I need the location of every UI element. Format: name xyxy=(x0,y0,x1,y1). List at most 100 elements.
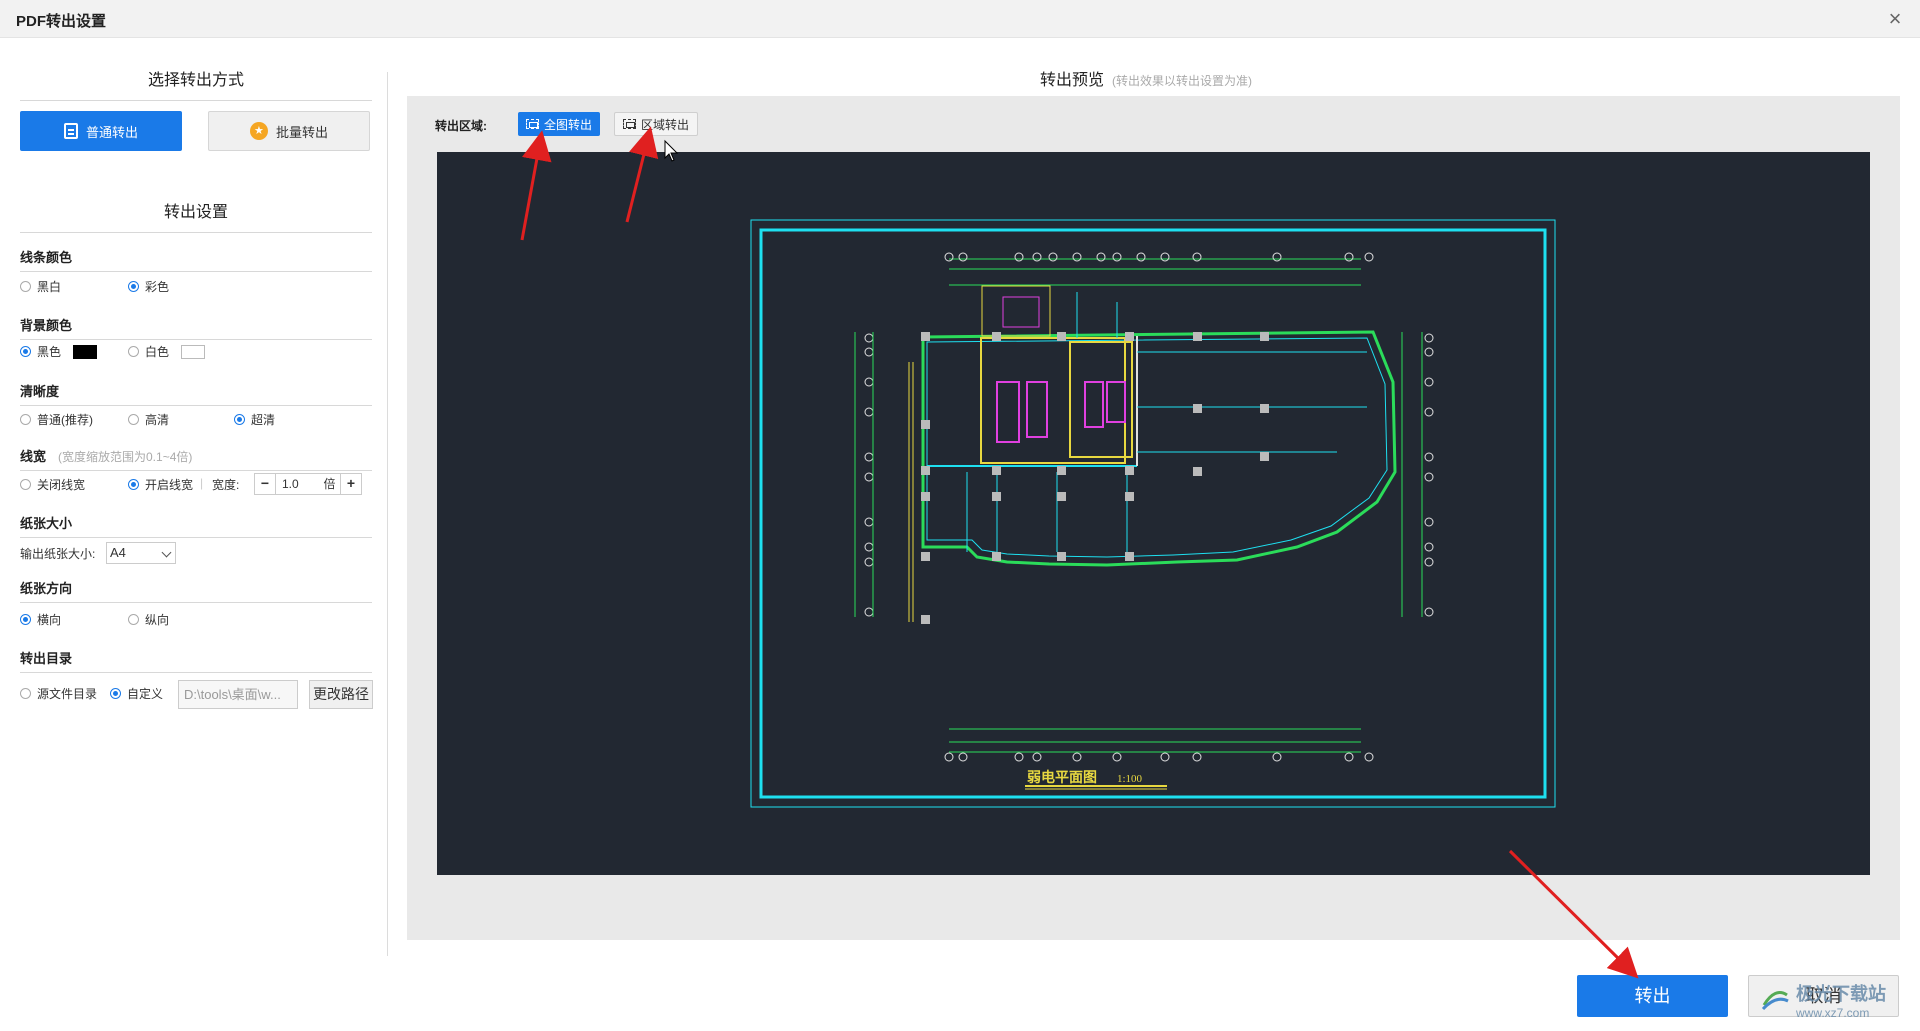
output-dir-source-option[interactable]: 源文件目录 xyxy=(20,685,97,702)
radio-selected-icon xyxy=(128,479,139,490)
bg-color-white-option[interactable]: 白色 xyxy=(128,343,206,360)
line-width-off-option[interactable]: 关闭线宽 xyxy=(20,476,85,493)
drawing-canvas[interactable]: 弱电平面图 1:100 xyxy=(437,152,1870,875)
clarity-normal-option[interactable]: 普通(推荐) xyxy=(20,411,93,428)
white-swatch xyxy=(181,344,206,359)
option-label: 关闭线宽 xyxy=(37,478,86,492)
option-label: 彩色 xyxy=(145,280,170,294)
black-swatch xyxy=(73,344,98,359)
drawing-scale: 1:100 xyxy=(1117,773,1143,785)
title-bar: PDF转出设置 × xyxy=(0,0,1920,38)
clarity-uhd-option[interactable]: 超清 xyxy=(234,411,275,428)
option-label: 普通(推荐) xyxy=(37,413,93,427)
line-width-hint: (宽度缩放范围为0.1~4倍) xyxy=(58,450,193,464)
bg-color-black-option[interactable]: 黑色 xyxy=(20,343,98,360)
chevron-down-icon xyxy=(161,547,172,558)
option-label: 黑色 xyxy=(37,345,62,359)
radio-selected-icon xyxy=(128,281,139,292)
radio-selected-icon xyxy=(110,688,121,699)
clarity-hd-option[interactable]: 高清 xyxy=(128,411,169,428)
line-width-on-option[interactable]: 开启线宽 xyxy=(128,476,193,493)
width-label: 宽度: xyxy=(212,478,240,492)
document-icon xyxy=(63,123,78,139)
panel-divider xyxy=(387,72,388,956)
preview-title-text: 转出预览 xyxy=(1040,72,1105,89)
grid-bubbles xyxy=(864,252,1434,762)
full-frame-icon xyxy=(526,119,539,129)
radio-selected-icon xyxy=(20,614,31,625)
option-label: 超清 xyxy=(251,413,276,427)
change-path-button[interactable]: 更改路径 xyxy=(309,680,373,709)
line-color-bw-option[interactable]: 黑白 xyxy=(20,278,61,295)
preview-title: 转出预览 (转出效果以转出设置为准) xyxy=(1040,66,1252,90)
output-dir-custom-option[interactable]: 自定义 xyxy=(110,685,163,702)
region-export-button[interactable]: 区域转出 xyxy=(614,112,699,136)
option-label: 纵向 xyxy=(145,613,170,627)
settings-section-title: 转出设置 xyxy=(20,198,372,233)
option-label: 横向 xyxy=(37,613,62,627)
side-dimensions xyxy=(854,332,1423,617)
width-value[interactable]: 1.0 xyxy=(275,474,319,494)
region-export-label: 区域转出 xyxy=(641,117,690,132)
site-watermark: 极光下载站 www.xz7.com xyxy=(1760,978,1910,1022)
line-width-title: 线宽 xyxy=(20,449,47,464)
radio-icon xyxy=(20,688,31,699)
option-label: 白色 xyxy=(145,345,170,359)
watermark-logo-icon xyxy=(1761,991,1789,1011)
minus-button[interactable]: − xyxy=(255,474,275,494)
batch-export-button[interactable]: ★ 批量转出 xyxy=(208,111,370,151)
radio-icon xyxy=(20,281,31,292)
width-unit: 倍 xyxy=(319,474,341,494)
option-label: 高清 xyxy=(145,413,170,427)
orientation-portrait-option[interactable]: 纵向 xyxy=(128,611,169,628)
normal-export-button[interactable]: 普通转出 xyxy=(20,111,182,151)
inner-frame xyxy=(759,228,1547,799)
paper-size-select[interactable]: A4 xyxy=(106,542,176,564)
drawing-caption: 弱电平面图 xyxy=(1027,769,1097,786)
orientation-label: 纸张方向 xyxy=(20,578,372,603)
option-label: 开启线宽 xyxy=(145,478,194,492)
orientation-landscape-option[interactable]: 横向 xyxy=(20,611,61,628)
radio-icon xyxy=(128,346,139,357)
clarity-label: 清晰度 xyxy=(20,381,372,406)
watermark-text: 极光下载站 www.xz7.com xyxy=(1796,980,1886,1020)
option-label: 自定义 xyxy=(127,687,164,701)
paper-size-label: 纸张大小 xyxy=(20,513,372,538)
line-color-color-option[interactable]: 彩色 xyxy=(128,278,169,295)
building-plan xyxy=(921,285,1397,567)
batch-export-label: 批量转出 xyxy=(275,124,328,140)
region-label: 转出区域: xyxy=(435,119,487,133)
cad-drawing: 弱电平面图 1:100 xyxy=(750,219,1556,808)
output-path-field[interactable]: D:\tools\桌面\w... xyxy=(178,680,298,709)
radio-selected-icon xyxy=(234,414,245,425)
column-markers xyxy=(921,332,1269,624)
radio-icon xyxy=(20,414,31,425)
paper-size-field-label: 输出纸张大小: xyxy=(20,547,96,561)
radio-icon xyxy=(128,414,139,425)
export-button[interactable]: 转出 xyxy=(1577,975,1728,1017)
full-export-label: 全图转出 xyxy=(544,117,593,132)
close-icon[interactable]: × xyxy=(1882,6,1908,32)
watermark-line2: www.xz7.com xyxy=(1796,1006,1870,1020)
outer-frame xyxy=(750,219,1556,808)
region-frame-icon xyxy=(623,119,636,129)
radio-icon xyxy=(20,479,31,490)
window-title: PDF转出设置 xyxy=(16,13,107,30)
paper-size-value: A4 xyxy=(110,545,126,560)
option-label: 源文件目录 xyxy=(37,687,98,701)
full-export-button[interactable]: 全图转出 xyxy=(518,112,601,136)
preview-hint: (转出效果以转出设置为准) xyxy=(1112,74,1253,88)
bg-color-label: 背景颜色 xyxy=(20,315,372,340)
width-stepper: − 1.0 倍 + xyxy=(254,473,362,495)
separator: | xyxy=(200,476,204,490)
plus-button[interactable]: + xyxy=(341,474,361,494)
normal-export-label: 普通转出 xyxy=(85,124,138,140)
option-label: 黑白 xyxy=(37,280,62,294)
line-color-label: 线条颜色 xyxy=(20,247,372,272)
mode-section-title: 选择转出方式 xyxy=(20,66,372,101)
output-dir-label: 转出目录 xyxy=(20,648,372,673)
line-width-label: 线宽 (宽度缩放范围为0.1~4倍) xyxy=(20,446,372,471)
radio-selected-icon xyxy=(20,346,31,357)
crown-icon: ★ xyxy=(249,122,268,140)
radio-icon xyxy=(128,614,139,625)
